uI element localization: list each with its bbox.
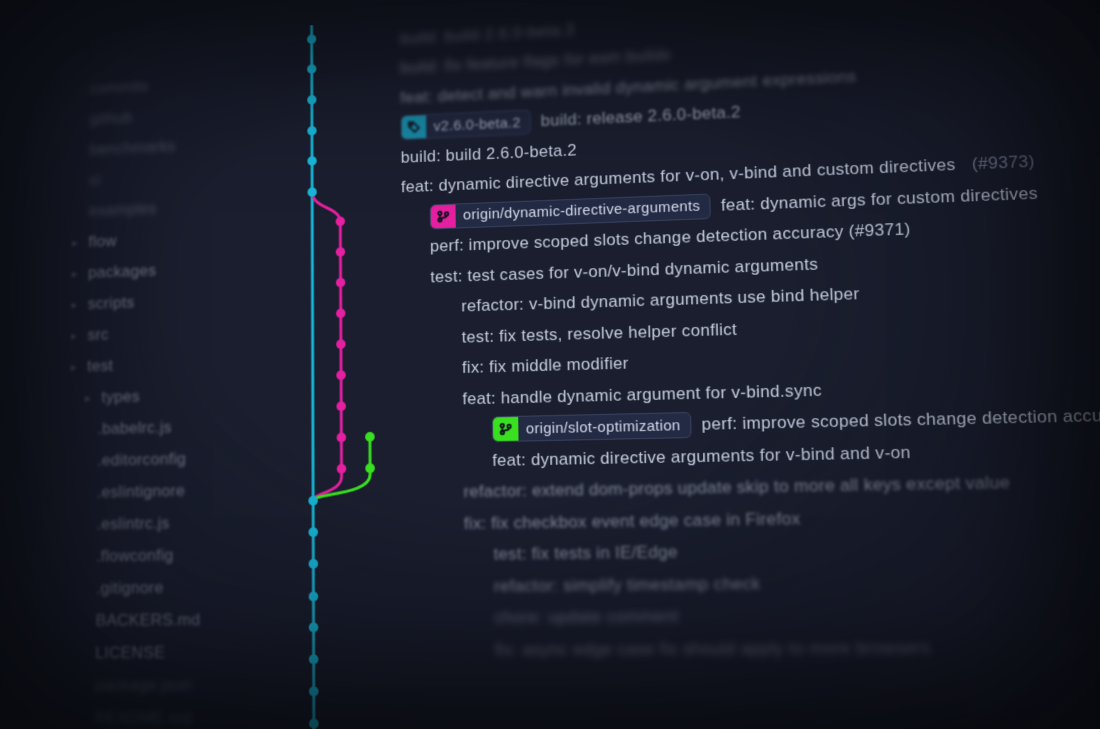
commit-message: fix: fix middle modifier [462, 354, 629, 378]
branch-icon [493, 417, 519, 441]
tree-file[interactable]: .eslintignore [62, 473, 270, 509]
tree-file[interactable]: BACKERS.md [60, 603, 270, 637]
file-tree-sidebar: commitsgithubbenchmarksciexamples ▸ flow… [34, 28, 270, 729]
chevron-right-icon: ▸ [85, 391, 102, 405]
commit-message: build: build 2.6.0-beta.3 [400, 20, 575, 48]
issue-ref: (#9373) [972, 152, 1036, 174]
branch-icon [431, 204, 456, 228]
tree-folder[interactable]: ▸ types [63, 377, 270, 414]
tree-file[interactable]: .flowconfig [61, 538, 270, 573]
tree-file[interactable]: .gitignore [61, 570, 270, 604]
commit-graph [270, 21, 402, 729]
tree-file[interactable]: README.md [59, 702, 270, 729]
commit-message: perf: improve scoped slots change detect… [701, 406, 1100, 435]
ref-tag[interactable]: origin/slot-optimization [492, 412, 692, 442]
commit-row[interactable]: chore: update comment [401, 597, 1100, 635]
chevron-right-icon: ▸ [71, 328, 87, 342]
chevron-right-icon: ▸ [72, 266, 88, 280]
commit-message: build: build 2.6.0-beta.2 [401, 141, 577, 168]
commit-message: feat: handle dynamic argument for v-bind… [462, 380, 822, 409]
ref-tag[interactable]: v2.6.0-beta.2 [400, 110, 531, 141]
tree-file[interactable]: LICENSE [60, 636, 270, 670]
ref-label: origin/dynamic-directive-arguments [463, 198, 700, 224]
commit-message: refactor: simplify timestamp check [494, 574, 761, 597]
commit-message: fix: async edge case fix should apply to… [495, 638, 931, 661]
tree-file[interactable]: .editorconfig [62, 441, 270, 477]
commit-message: chore: update comment [494, 607, 679, 629]
commit-list: build: build 2.6.0-beta.3build: fix feat… [396, 0, 1100, 729]
commit-message: test: fix tests in IE/Edge [493, 543, 677, 565]
commit-message: feat: dynamic directive arguments for v-… [492, 442, 911, 470]
tag-icon [401, 115, 426, 139]
chevron-right-icon: ▸ [71, 360, 87, 374]
ref-label: v2.6.0-beta.2 [433, 114, 520, 134]
tree-file[interactable]: .babelrc.js [63, 409, 270, 445]
ref-label: origin/slot-optimization [526, 417, 681, 437]
commit-message: build: release 2.6.0-beta.2 [541, 103, 741, 131]
tree-file[interactable]: .eslintrc.js [62, 505, 270, 540]
tree-file[interactable]: package.json [60, 669, 270, 702]
commit-message: refactor: extend dom-props update skip t… [463, 473, 1010, 503]
commit-row[interactable]: fix: async edge case fix should apply to… [401, 630, 1100, 666]
chevron-right-icon: ▸ [72, 235, 88, 249]
commit-message: fix: fix checkbox event edge case in Fir… [464, 509, 801, 534]
chevron-right-icon: ▸ [71, 297, 87, 311]
commit-message: test: fix tests, resolve helper conflict [462, 320, 738, 348]
